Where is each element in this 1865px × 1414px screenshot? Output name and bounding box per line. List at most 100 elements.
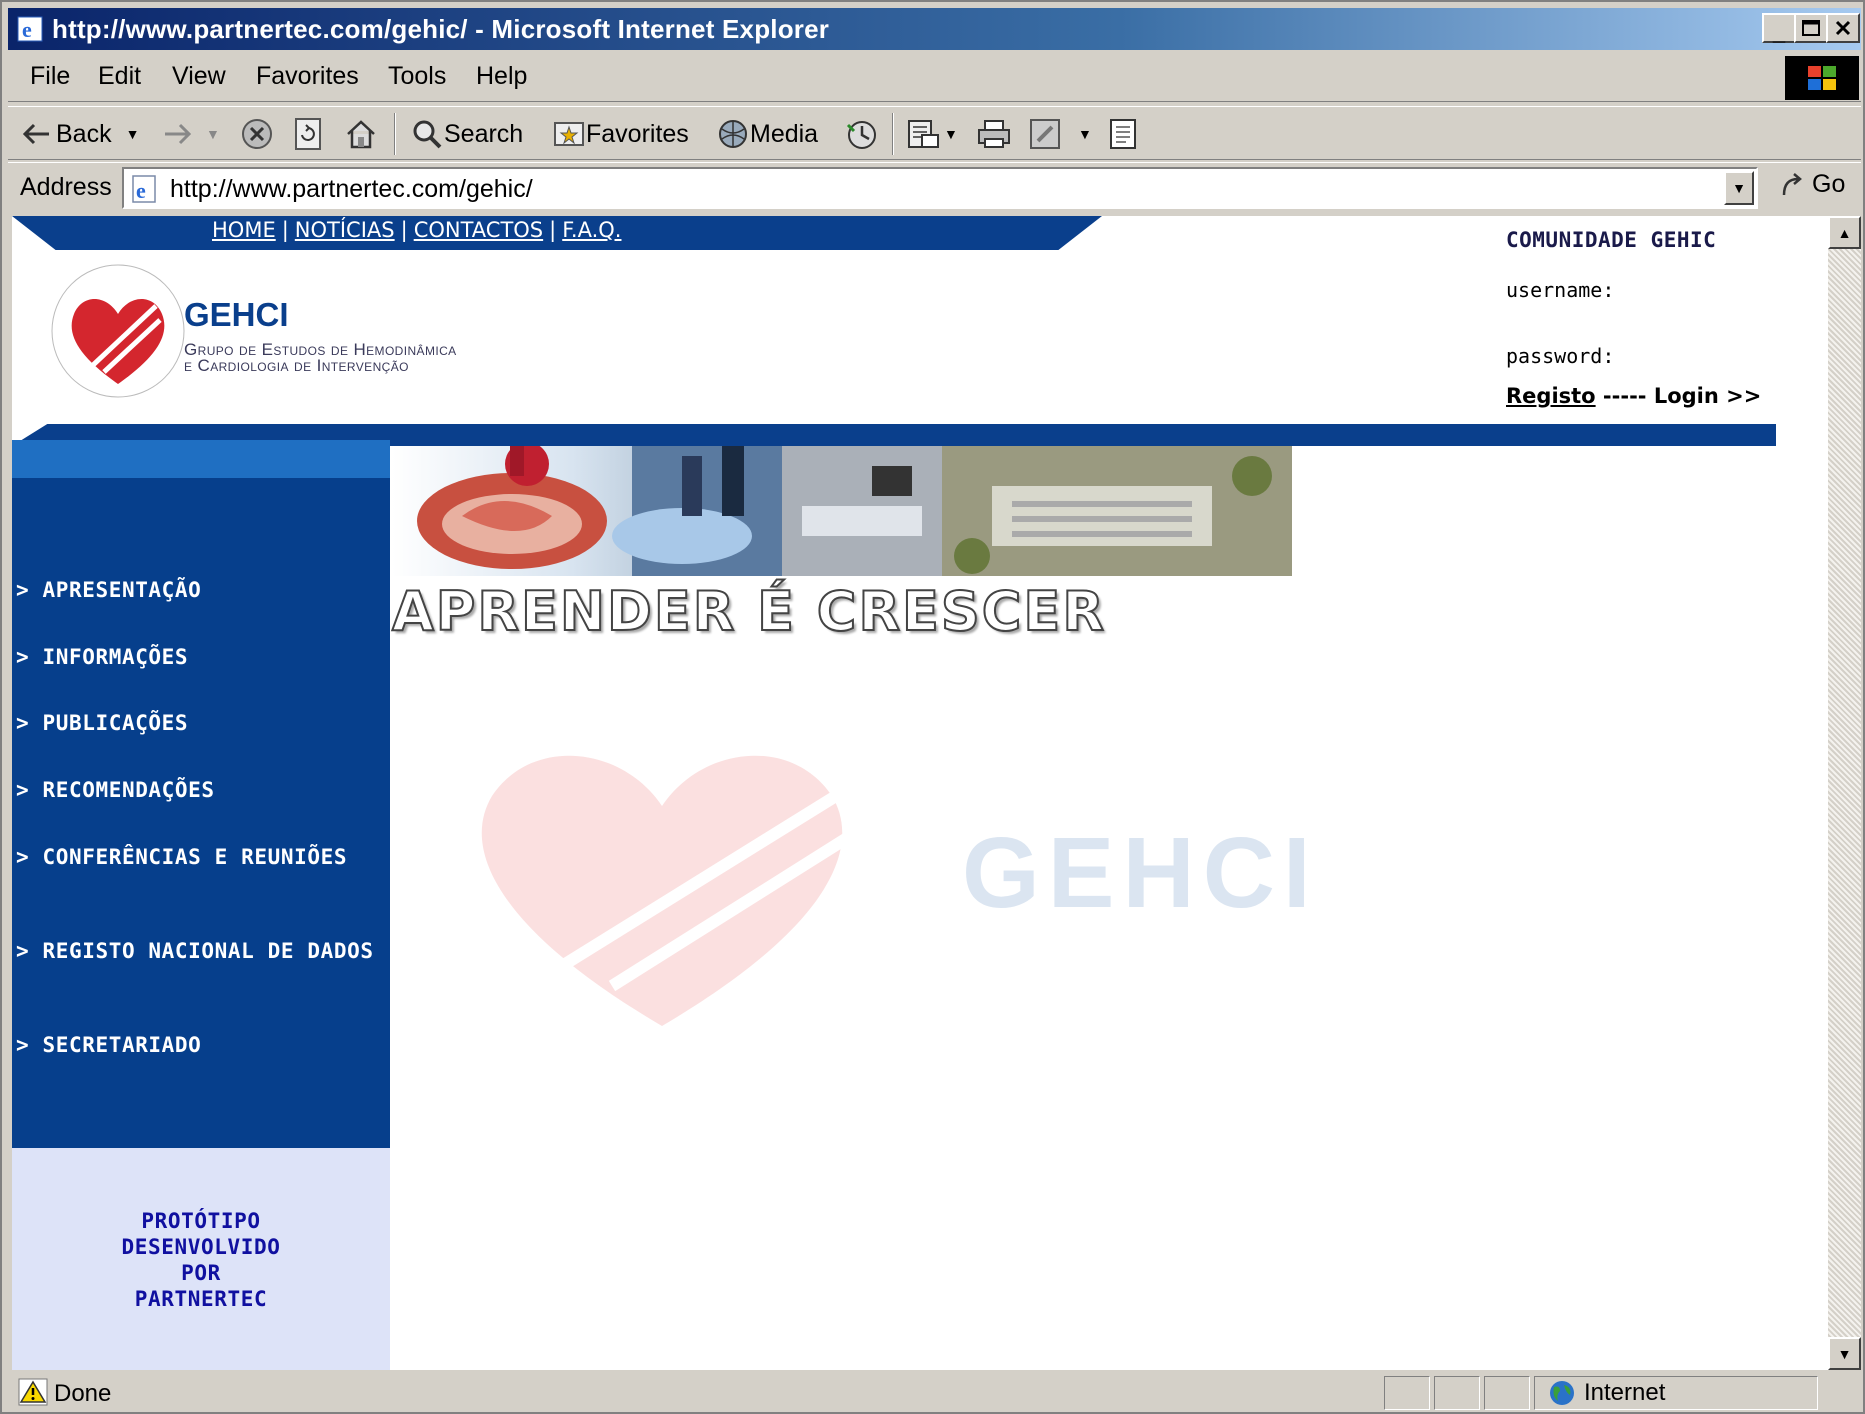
menu-bar: File Edit View Favorites Tools Help: [8, 54, 1861, 102]
edit-icon: [1030, 119, 1060, 149]
login-link[interactable]: Login >>: [1654, 384, 1762, 408]
windows-logo: [1785, 56, 1859, 100]
menu-help[interactable]: Help: [476, 62, 527, 91]
mail-icon: [908, 120, 939, 148]
title-bar: e http://www.partnertec.com/gehic/ - Mic…: [8, 8, 1861, 50]
warning-icon: [18, 1378, 48, 1406]
search-icon: [413, 120, 442, 149]
prototype-line: PROTÓTIPO: [141, 1209, 261, 1233]
discuss-button[interactable]: [1108, 115, 1138, 153]
sidebar-item-secretariado[interactable]: > SECRETARIADO: [16, 1032, 386, 1058]
nav-contactos-link[interactable]: CONTACTOS: [414, 218, 543, 242]
sidebar-item-publicacoes[interactable]: > PUBLICAÇÕES: [16, 710, 386, 736]
globe-icon: [1550, 1381, 1574, 1405]
close-button[interactable]: [1826, 13, 1860, 43]
address-bar: Address e http://www.partnertec.com/gehi…: [8, 162, 1861, 212]
toolbar-separator: [394, 113, 396, 155]
prototype-note: PROTÓTIPO DESENVOLVIDO POR PARTNERTEC: [12, 1208, 390, 1312]
register-link[interactable]: Registo: [1506, 384, 1596, 408]
gehci-heart-logo: [51, 264, 185, 398]
security-zone: Internet: [1548, 1379, 1665, 1407]
go-button[interactable]: Go: [1778, 169, 1845, 199]
windows-flag-icon: [1808, 66, 1836, 90]
scroll-up-button[interactable]: ▲: [1828, 216, 1861, 249]
back-label: Back: [56, 119, 112, 148]
go-label: Go: [1812, 169, 1846, 198]
minimize-button[interactable]: _: [1762, 13, 1796, 45]
menu-tools[interactable]: Tools: [388, 62, 446, 91]
maximize-button[interactable]: [1794, 13, 1828, 43]
address-input[interactable]: e http://www.partnertec.com/gehic/ ▼: [122, 167, 1758, 209]
nav-faq-link[interactable]: F.A.Q.: [562, 218, 621, 242]
nav-home-link[interactable]: HOME: [212, 218, 276, 242]
close-icon: [1835, 20, 1851, 36]
sidebar-item-informacoes[interactable]: > INFORMAÇÕES: [16, 644, 386, 670]
sidebar-item-conferencias[interactable]: > CONFERÊNCIAS E REUNIÕES: [16, 844, 386, 870]
svg-text:e: e: [22, 17, 32, 42]
history-icon: [846, 121, 876, 149]
menu-view[interactable]: View: [172, 62, 226, 91]
mail-button[interactable]: ▼: [906, 115, 958, 153]
sidebar-item-apresentacao[interactable]: > APRESENTAÇÃO: [16, 577, 386, 603]
status-bar: Done Internet: [8, 1374, 1861, 1412]
sidebar: > APRESENTAÇÃO > INFORMAÇÕES > PUBLICAÇÕ…: [12, 478, 390, 1148]
menu-edit[interactable]: Edit: [98, 62, 141, 91]
forward-button[interactable]: ▼: [162, 115, 220, 153]
address-url[interactable]: http://www.partnertec.com/gehic/: [170, 175, 533, 204]
stop-button[interactable]: [240, 115, 274, 153]
vertical-scrollbar[interactable]: ▲ ▼: [1828, 216, 1861, 1370]
media-button[interactable]: Media: [716, 115, 818, 153]
menu-file[interactable]: File: [30, 62, 70, 91]
window-title: http://www.partnertec.com/gehic/ - Micro…: [52, 14, 830, 44]
back-button[interactable]: Back ▼: [22, 115, 139, 153]
chevron-down-icon[interactable]: ▼: [1078, 126, 1092, 142]
ie-icon: e: [17, 16, 43, 42]
home-button[interactable]: [344, 115, 378, 153]
media-label: Media: [750, 119, 819, 148]
print-icon: [978, 120, 1010, 148]
chevron-down-icon[interactable]: ▼: [206, 126, 220, 142]
history-button[interactable]: [844, 115, 880, 153]
menu-favorites[interactable]: Favorites: [256, 62, 359, 91]
refresh-button[interactable]: [292, 115, 324, 153]
login-dashes: -----: [1602, 384, 1647, 408]
favorites-icon: [554, 122, 584, 146]
watermark-text: GEHCI: [962, 817, 1319, 929]
sidebar-item-registo-nacional[interactable]: > REGISTO NACIONAL DE DADOS: [16, 938, 386, 964]
edit-button[interactable]: ▼: [1028, 115, 1092, 153]
prototype-line: PARTNERTEC: [134, 1287, 268, 1311]
slogan: APRENDER É CRESCER: [391, 579, 1106, 644]
arrow-up-icon: ▲: [1837, 224, 1852, 241]
nav-noticias-link[interactable]: NOTÍCIAS: [295, 218, 395, 242]
scroll-down-button[interactable]: ▼: [1828, 1337, 1861, 1370]
nav-separator: |: [549, 218, 557, 242]
address-dropdown[interactable]: ▼: [1724, 171, 1754, 205]
print-button[interactable]: [976, 115, 1012, 153]
stop-icon: [242, 119, 272, 149]
status-pane: [1484, 1376, 1530, 1410]
security-zone-label: Internet: [1584, 1379, 1666, 1406]
chevron-down-icon[interactable]: ▼: [944, 126, 958, 142]
back-arrow-icon: [22, 123, 49, 145]
go-arrow-icon: [1782, 173, 1802, 196]
search-button[interactable]: Search: [410, 115, 523, 153]
logo-title: GEHCI: [184, 296, 289, 333]
address-label: Address: [20, 173, 112, 201]
login-line: Registo ----- Login >>: [1506, 384, 1761, 408]
top-nav: HOME | NOTÍCIAS | CONTACTOS | F.A.Q.: [212, 218, 621, 242]
username-label: username:: [1506, 278, 1615, 302]
nav-separator: |: [281, 218, 289, 242]
chevron-down-icon: ▼: [1732, 180, 1746, 196]
favorites-button[interactable]: Favorites: [552, 115, 689, 153]
sidebar-item-recomendacoes[interactable]: > RECOMENDAÇÕES: [16, 777, 386, 803]
chevron-down-icon[interactable]: ▼: [126, 126, 140, 142]
community-title: COMUNIDADE GEHIC: [1506, 228, 1717, 252]
search-label: Search: [444, 119, 524, 148]
prototype-line: POR: [181, 1261, 221, 1285]
browser-window: e http://www.partnertec.com/gehic/ - Mic…: [0, 0, 1865, 1414]
ie-page-icon: e: [132, 175, 156, 203]
toolbar: Back ▼ ▼ Search Favorites Media ▼ ▼: [8, 106, 1861, 160]
logo-subtitle-line-2: e Cardiologia de Intervenção: [184, 356, 409, 375]
status-text: Done: [54, 1380, 112, 1407]
sidebar-footer: PROTÓTIPO DESENVOLVIDO POR PARTNERTEC: [12, 1148, 390, 1370]
